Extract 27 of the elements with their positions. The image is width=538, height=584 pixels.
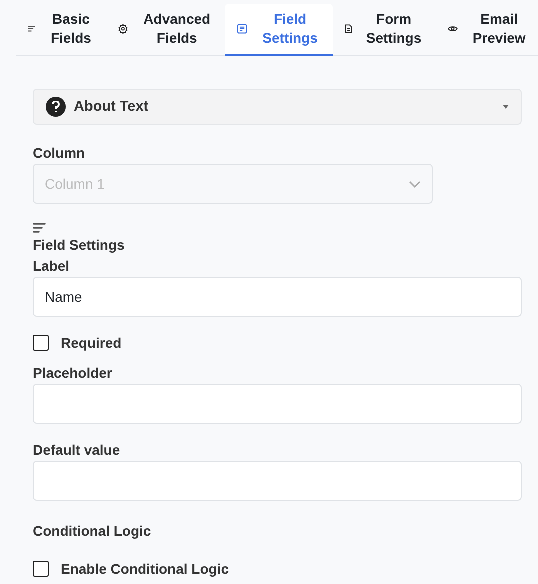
document-icon xyxy=(237,21,248,37)
chevron-down-icon xyxy=(409,180,421,188)
tab[interactable]: Email Preview xyxy=(436,4,538,56)
help-icon xyxy=(46,97,66,117)
tab[interactable]: Basic Fields xyxy=(16,4,106,56)
file-icon xyxy=(344,22,352,36)
field-label: Default value xyxy=(33,442,122,459)
tab[interactable]: Form Settings xyxy=(332,4,436,56)
checkbox[interactable] xyxy=(33,561,49,577)
checkbox-label: Required xyxy=(61,335,122,351)
sort-icon xyxy=(33,222,47,234)
caret-icon xyxy=(503,105,509,109)
field-label: Label xyxy=(33,258,71,275)
field-label: Column xyxy=(33,145,86,162)
settings-icon xyxy=(118,21,129,37)
tab[interactable]: Advanced Fields xyxy=(106,4,226,56)
tab[interactable]: Field Settings xyxy=(225,4,333,56)
checkbox[interactable] xyxy=(33,335,49,351)
text-field[interactable] xyxy=(33,461,522,501)
section-heading: Field Settings xyxy=(33,237,126,254)
accordion-header[interactable]: About Text xyxy=(33,89,522,125)
section-heading: Conditional Logic xyxy=(33,523,152,539)
sort-icon xyxy=(28,23,36,35)
checkbox-label: Enable Conditional Logic xyxy=(61,561,229,577)
field-label: Placeholder xyxy=(33,365,114,382)
text-field[interactable]: Name xyxy=(33,277,522,317)
text-field[interactable] xyxy=(33,384,522,424)
